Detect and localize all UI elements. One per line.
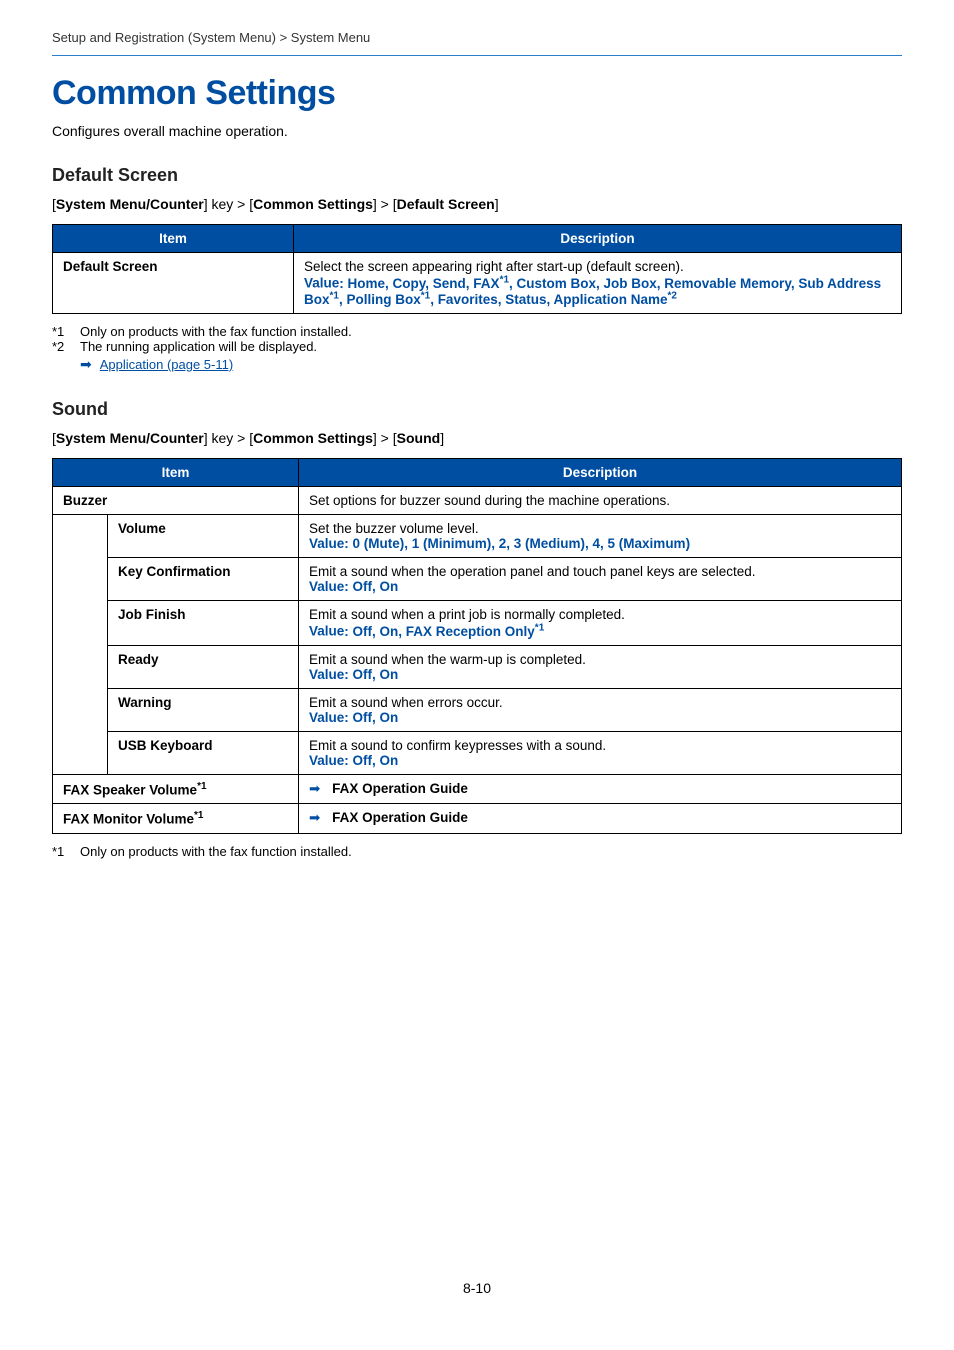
th-description: Description (299, 459, 902, 487)
arrow-icon: ➡ (309, 781, 320, 796)
fax-guide-ref[interactable]: FAX Operation Guide (332, 781, 468, 796)
desc-text: Select the screen appearing right after … (304, 259, 684, 274)
footnote-text: Only on products with the fax function i… (80, 844, 352, 859)
footnote-text: The running application will be displaye… (80, 339, 317, 373)
td-desc: Set the buzzer volume level. Value: 0 (M… (299, 515, 902, 558)
td-item: Ready (108, 645, 299, 688)
td-desc: Emit a sound when a print job is normall… (299, 601, 902, 646)
td-item: Volume (108, 515, 299, 558)
footnote-num: *2 (52, 339, 80, 373)
path-seg: Sound (397, 430, 441, 446)
footnote-text: Only on products with the fax function i… (80, 324, 352, 339)
td-item-buzzer: Buzzer (53, 487, 299, 515)
th-item: Item (53, 225, 294, 253)
breadcrumb: Setup and Registration (System Menu) > S… (52, 30, 902, 55)
table-sound: Item Description Buzzer Set options for … (52, 458, 902, 834)
footnote-num: *1 (52, 844, 80, 859)
td-item: USB Keyboard (108, 731, 299, 774)
td-desc-fax-speaker: ➡ FAX Operation Guide (299, 774, 902, 804)
td-item: Key Confirmation (108, 558, 299, 601)
th-description: Description (294, 225, 902, 253)
arrow-icon: ➡ (80, 356, 92, 373)
td-desc-buzzer: Set options for buzzer sound during the … (299, 487, 902, 515)
td-item: Warning (108, 688, 299, 731)
path-seg: Common Settings (253, 196, 373, 212)
divider (52, 55, 902, 56)
path-seg: System Menu/Counter (56, 196, 204, 212)
footnote-num: *1 (52, 324, 80, 339)
application-link[interactable]: Application (page 5-11) (100, 357, 233, 372)
td-desc: Emit a sound when the warm-up is complet… (299, 645, 902, 688)
td-desc: Emit a sound when errors occur. Value: O… (299, 688, 902, 731)
value-label: Value (304, 276, 339, 291)
td-item-fax-monitor: FAX Monitor Volume*1 (53, 804, 299, 834)
footnotes-sound: *1 Only on products with the fax functio… (52, 844, 902, 859)
path-seg: System Menu/Counter (56, 430, 204, 446)
td-desc: Select the screen appearing right after … (294, 253, 902, 314)
td-desc-fax-monitor: ➡ FAX Operation Guide (299, 804, 902, 834)
page-number: 8-10 (0, 1280, 954, 1296)
page-title: Common Settings (52, 74, 902, 113)
th-item: Item (53, 459, 299, 487)
spacer (53, 515, 108, 775)
table-default-screen: Item Description Default Screen Select t… (52, 224, 902, 314)
arrow-icon: ➡ (309, 810, 320, 825)
path-seg: Common Settings (253, 430, 373, 446)
nav-path-sound: [System Menu/Counter] key > [Common Sett… (52, 430, 902, 446)
fax-guide-ref[interactable]: FAX Operation Guide (332, 810, 468, 825)
nav-path-default-screen: [System Menu/Counter] key > [Common Sett… (52, 196, 902, 212)
path-seg: Default Screen (397, 196, 495, 212)
td-desc: Emit a sound to confirm keypresses with … (299, 731, 902, 774)
td-item: Job Finish (108, 601, 299, 646)
section-heading-sound: Sound (52, 399, 902, 420)
section-heading-default-screen: Default Screen (52, 165, 902, 186)
intro-text: Configures overall machine operation. (52, 123, 902, 139)
td-desc: Emit a sound when the operation panel an… (299, 558, 902, 601)
td-item-fax-speaker: FAX Speaker Volume*1 (53, 774, 299, 804)
footnotes-default-screen: *1 Only on products with the fax functio… (52, 324, 902, 373)
value-text: : Home, Copy, Send, FAX*1, Custom Box, J… (304, 276, 881, 308)
td-item: Default Screen (53, 253, 294, 314)
